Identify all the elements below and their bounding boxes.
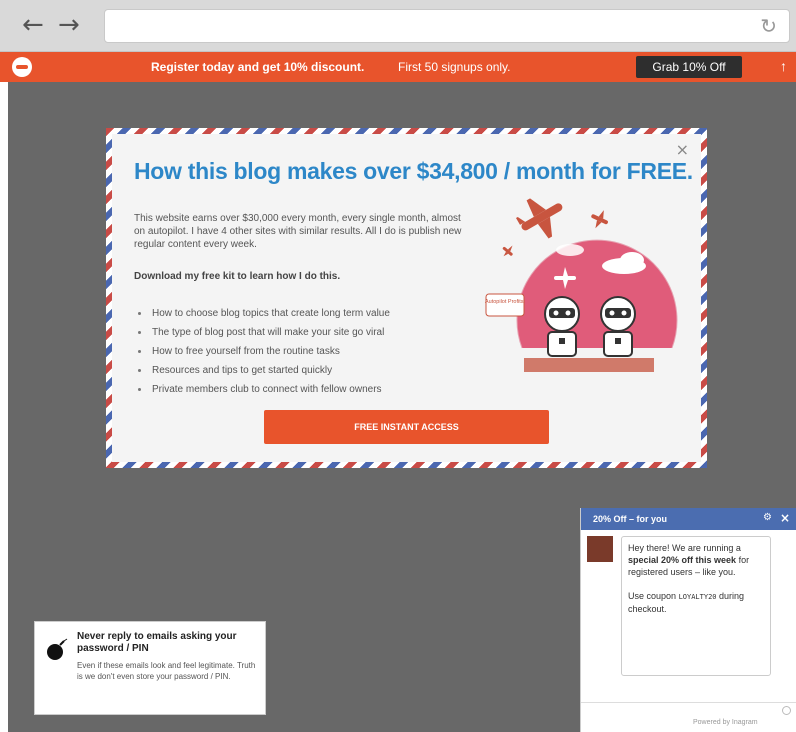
arrow-up-icon[interactable]: ↑ bbox=[780, 58, 787, 74]
airplane-icon bbox=[516, 198, 563, 239]
benefits-list: How to choose blog topics that create lo… bbox=[134, 304, 390, 399]
modal-description: This website earns over $30,000 every mo… bbox=[134, 213, 462, 250]
modal-lead: Download my free kit to learn how I do t… bbox=[134, 271, 341, 282]
promo-sub-message: First 50 signups only. bbox=[398, 60, 511, 74]
notice-body: Even if these emails look and feel legit… bbox=[77, 661, 256, 681]
arrow-right-icon[interactable]: → bbox=[58, 12, 80, 38]
reload-icon[interactable]: ↻ bbox=[760, 14, 777, 38]
gear-icon[interactable]: ⚙ bbox=[763, 512, 772, 523]
robot-icon bbox=[544, 296, 580, 357]
chat-divider bbox=[581, 702, 796, 703]
cloud-shape bbox=[620, 252, 644, 268]
address-bar[interactable]: ↻ bbox=[104, 9, 790, 43]
powered-by[interactable]: Powered by Inagram bbox=[693, 719, 758, 726]
benefit-item: How to free yourself from the routine ta… bbox=[134, 342, 390, 361]
chat-msg-bold: special 20% off this week bbox=[628, 555, 737, 565]
autopilot-illustration: Autopilot Profits! bbox=[485, 198, 678, 372]
security-notice: Never reply to emails asking your passwo… bbox=[34, 621, 266, 715]
airplane-icon bbox=[502, 245, 513, 257]
bomb-icon bbox=[47, 638, 68, 660]
close-icon[interactable]: × bbox=[676, 140, 689, 159]
speech-bubble-text: Autopilot Profits! bbox=[485, 299, 526, 305]
grab-discount-button[interactable]: Grab 10% Off bbox=[636, 56, 742, 78]
modal-content: × How this blog makes over $34,800 / mon… bbox=[112, 134, 701, 462]
close-icon[interactable]: × bbox=[780, 511, 790, 525]
speech-bubble bbox=[485, 293, 525, 317]
logo-icon bbox=[12, 57, 32, 77]
globe-shape bbox=[517, 240, 677, 348]
promo-message: Register today and get 10% discount. bbox=[151, 60, 365, 74]
modal-title: How this blog makes over $34,800 / month… bbox=[134, 158, 693, 184]
benefit-item: How to choose blog topics that create lo… bbox=[134, 304, 390, 323]
chat-title: 20% Off – for you bbox=[593, 514, 668, 524]
benefit-item: Resources and tips to get started quickl… bbox=[134, 361, 390, 380]
airplane-icon bbox=[591, 210, 608, 229]
chat-header[interactable]: 20% Off – for you ⚙ × bbox=[581, 508, 796, 530]
notice-title: Never reply to emails asking your passwo… bbox=[77, 631, 237, 654]
signup-modal: × How this blog makes over $34,800 / mon… bbox=[106, 128, 707, 468]
chat-message: Hey there! We are running a special 20% … bbox=[621, 536, 771, 676]
browser-toolbar: ← → ↻ bbox=[0, 0, 796, 52]
desk-shape bbox=[524, 358, 654, 372]
avatar bbox=[587, 536, 613, 562]
chat-coupon-prefix: Use coupon bbox=[628, 591, 677, 601]
chat-widget: 20% Off – for you ⚙ × Hey there! We are … bbox=[580, 508, 796, 732]
benefit-item: The type of blog post that will make you… bbox=[134, 323, 390, 342]
coupon-code: LOYALTY20 bbox=[678, 593, 717, 601]
resize-handle-icon[interactable] bbox=[782, 706, 791, 715]
benefit-item: Private members club to connect with fel… bbox=[134, 380, 390, 399]
chat-msg-intro: Hey there! We are running a bbox=[628, 543, 741, 553]
free-access-button[interactable]: FREE INSTANT ACCESS bbox=[264, 410, 549, 444]
arrow-left-icon[interactable]: ← bbox=[22, 12, 44, 38]
promo-bar: Register today and get 10% discount. Fir… bbox=[0, 52, 796, 82]
robot-icon bbox=[600, 296, 636, 357]
cloud-shape bbox=[556, 244, 584, 256]
